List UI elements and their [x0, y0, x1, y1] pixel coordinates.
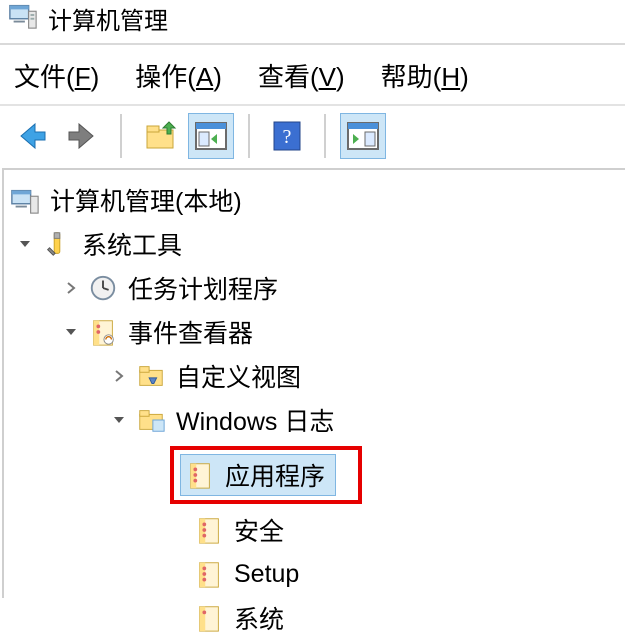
event-viewer-icon	[88, 317, 118, 347]
window-title: 计算机管理	[48, 1, 168, 36]
back-button[interactable]	[8, 113, 54, 159]
log-icon	[194, 603, 224, 633]
title-bar: 计算机管理	[0, 0, 625, 43]
tree-node-task-scheduler[interactable]: 任务计划程序	[4, 266, 625, 310]
chevron-right-icon[interactable]	[60, 277, 82, 299]
log-icon	[194, 559, 224, 589]
navigation-tree: 计算机管理(本地) 系统工具 任务计划程序	[4, 178, 625, 640]
tree-label: 事件查看器	[128, 314, 253, 350]
log-icon	[194, 515, 224, 545]
system-tools-icon	[42, 229, 72, 259]
folder-filter-icon	[136, 361, 166, 391]
tree-node-security[interactable]: 安全	[4, 508, 625, 552]
highlight-annotation: 应用程序	[170, 446, 362, 504]
folder-icon	[136, 405, 166, 435]
tree-node-system-tools[interactable]: 系统工具	[4, 222, 625, 266]
tree-label: Setup	[234, 560, 299, 589]
tree-node-system[interactable]: 系统	[4, 596, 625, 640]
chevron-down-icon[interactable]	[108, 409, 130, 431]
clock-icon	[88, 273, 118, 303]
tree-pane: 计算机管理(本地) 系统工具 任务计划程序	[2, 168, 625, 598]
tree-node-custom-views[interactable]: 自定义视图	[4, 354, 625, 398]
toolbar-divider	[248, 114, 250, 158]
computer-management-icon	[8, 0, 38, 37]
up-button[interactable]	[136, 113, 182, 159]
menu-file[interactable]: 文件(F)	[14, 57, 99, 94]
tree-node-application[interactable]: 应用程序	[4, 446, 625, 504]
toolbar-divider	[120, 114, 122, 158]
tree-node-root[interactable]: 计算机管理(本地)	[4, 178, 625, 222]
computer-management-icon	[10, 185, 40, 215]
separator	[0, 43, 625, 45]
show-hide-tree-button[interactable]	[188, 113, 234, 159]
forward-button[interactable]	[60, 113, 106, 159]
chevron-down-icon[interactable]	[14, 233, 36, 255]
log-icon	[185, 460, 215, 490]
chevron-right-icon[interactable]	[108, 365, 130, 387]
tree-node-setup[interactable]: Setup	[4, 552, 625, 596]
action-pane-button[interactable]	[340, 113, 386, 159]
toolbar: ?	[0, 106, 625, 166]
help-button[interactable]: ?	[264, 113, 310, 159]
menu-bar: 文件(F) 操作(A) 查看(V) 帮助(H)	[0, 49, 625, 104]
tree-label: 系统	[234, 600, 284, 636]
menu-help[interactable]: 帮助(H)	[381, 57, 469, 94]
menu-action[interactable]: 操作(A)	[135, 57, 222, 94]
tree-label: 任务计划程序	[128, 270, 278, 306]
toolbar-divider	[324, 114, 326, 158]
tree-label: 系统工具	[82, 226, 182, 262]
tree-label: 计算机管理(本地)	[50, 182, 242, 218]
menu-view[interactable]: 查看(V)	[258, 57, 345, 94]
svg-text:?: ?	[283, 126, 292, 148]
tree-label: Windows 日志	[176, 402, 334, 438]
tree-node-windows-logs[interactable]: Windows 日志	[4, 398, 625, 442]
tree-label: 安全	[234, 512, 284, 548]
tree-node-event-viewer[interactable]: 事件查看器	[4, 310, 625, 354]
chevron-down-icon[interactable]	[60, 321, 82, 343]
tree-label: 应用程序	[225, 457, 325, 493]
tree-label: 自定义视图	[176, 358, 301, 394]
